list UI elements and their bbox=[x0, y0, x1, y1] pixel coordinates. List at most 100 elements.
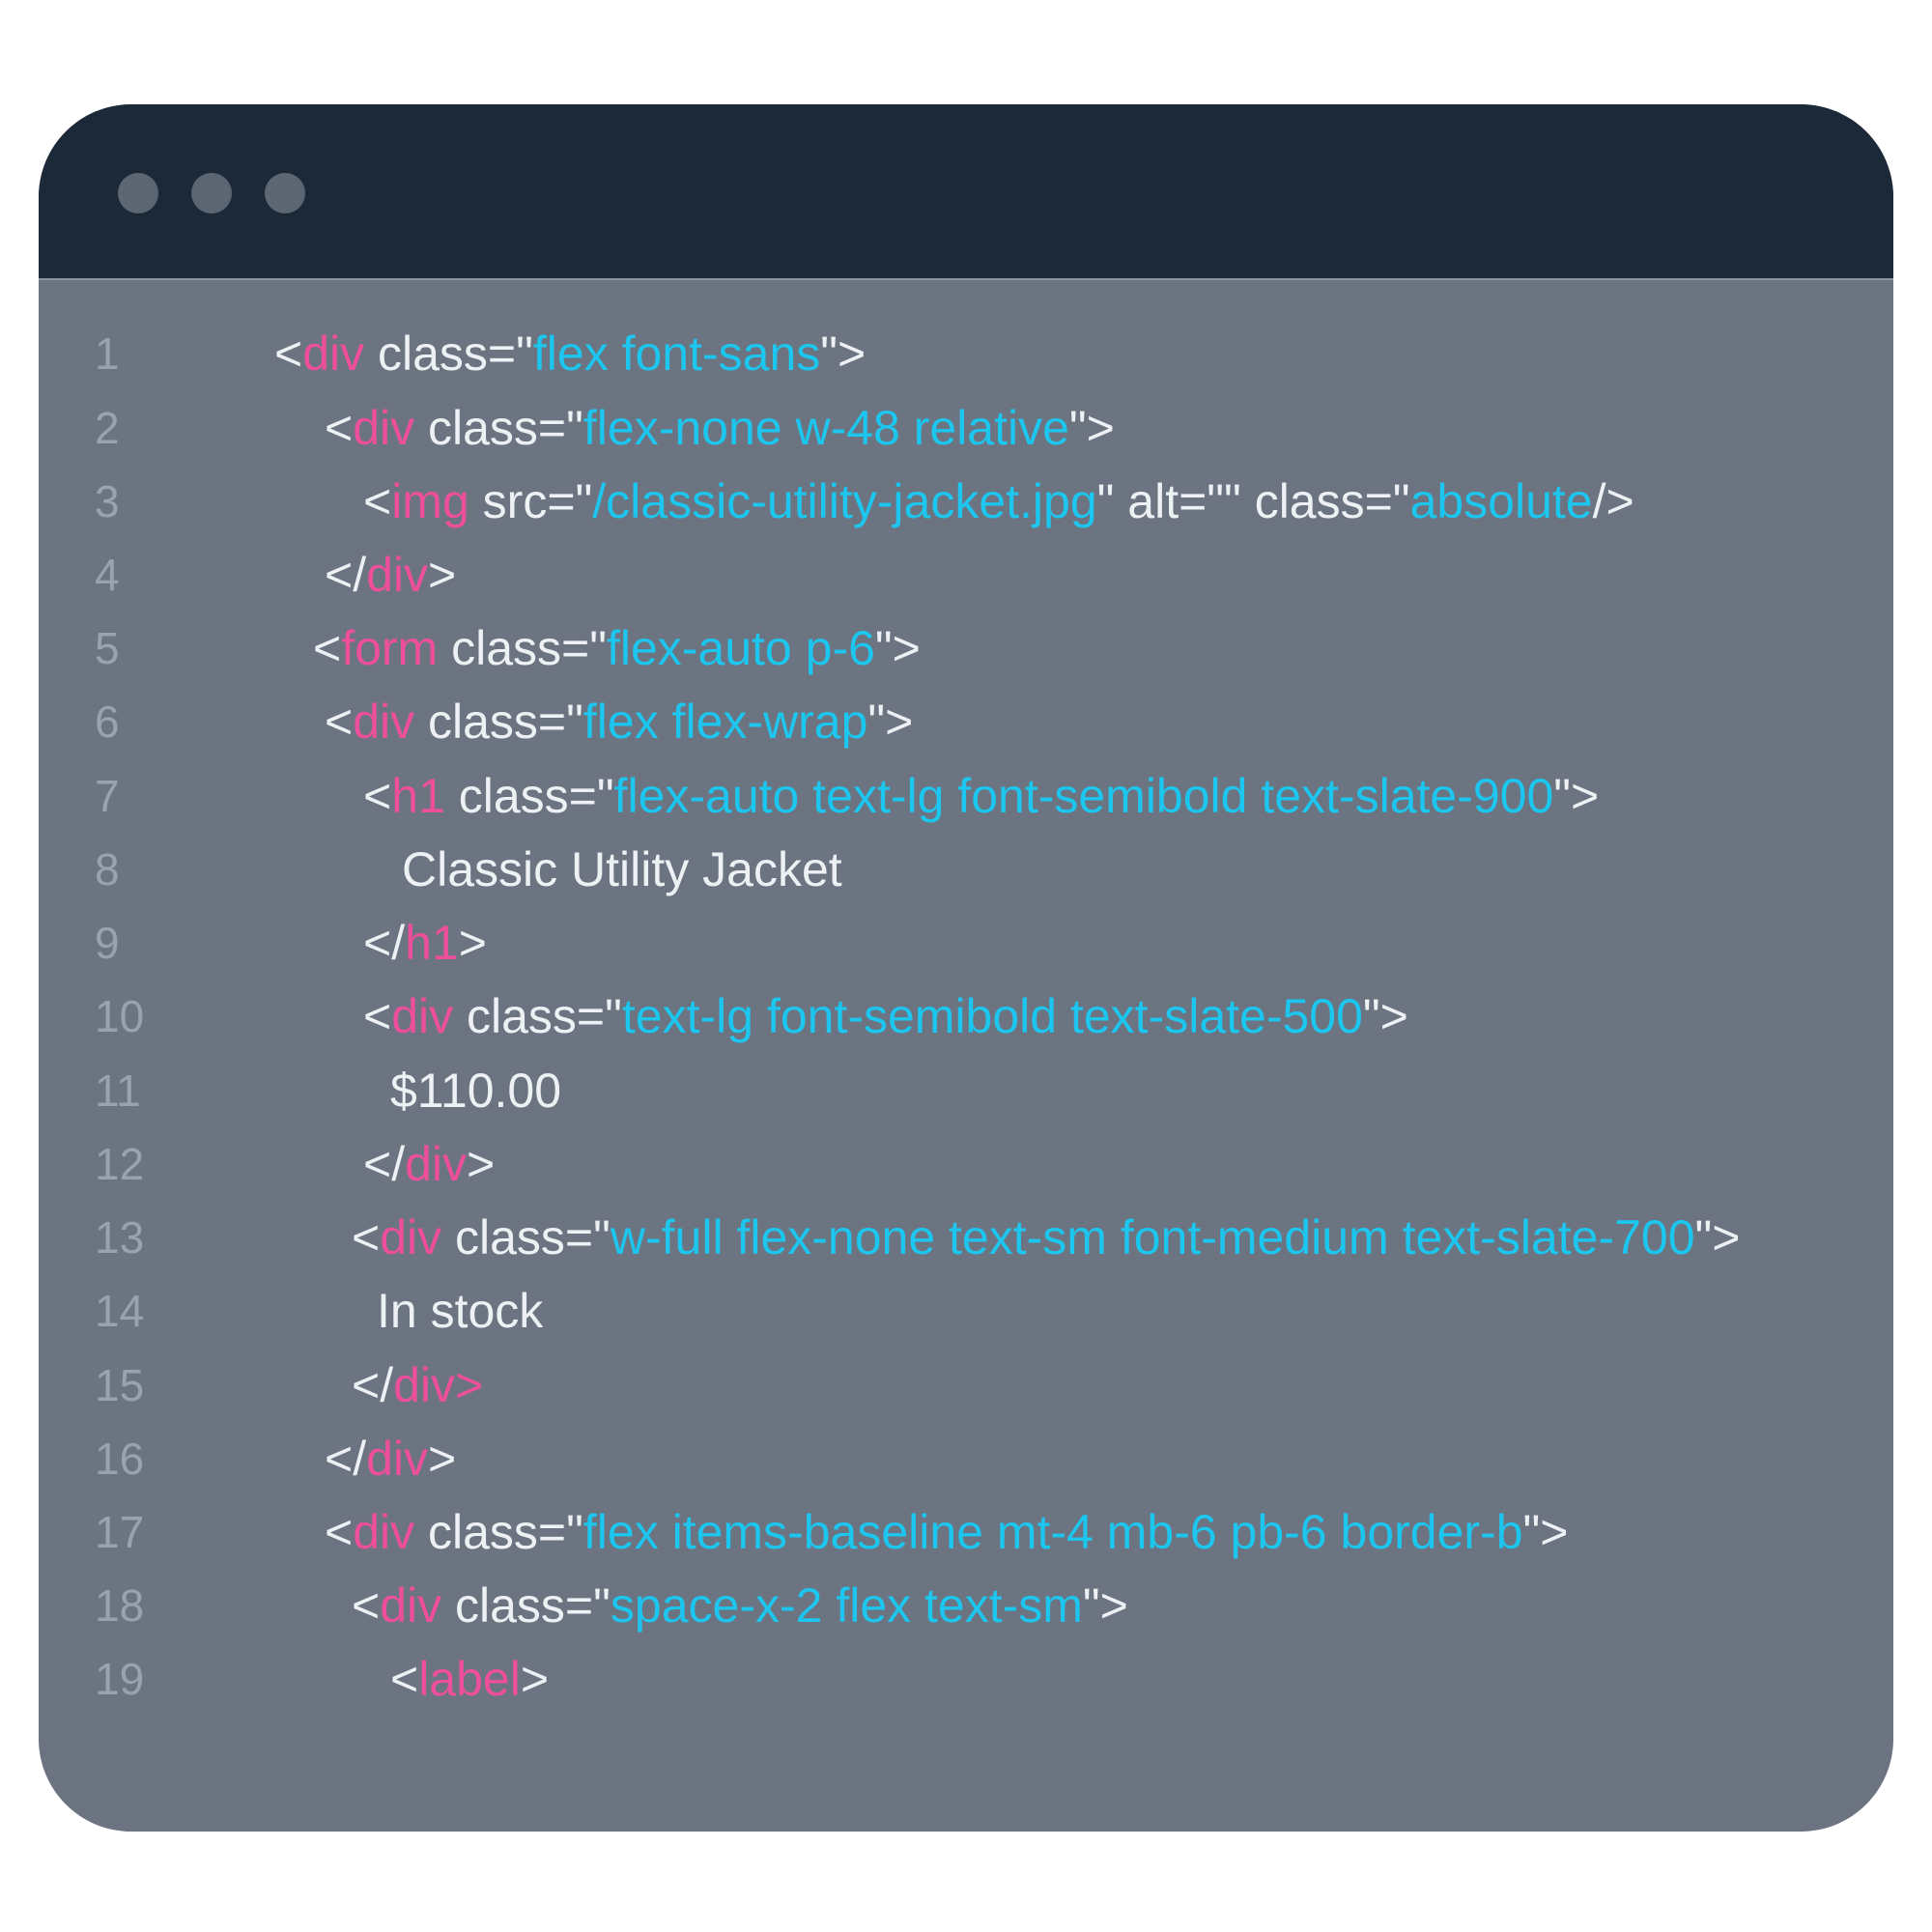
code-content: <div class="space-x-2 flex text-sm"> bbox=[352, 1569, 1128, 1642]
code-attribute-value: flex-auto p-6 bbox=[606, 621, 875, 675]
line-number: 3 bbox=[95, 476, 120, 526]
code-punctuation: </ bbox=[363, 1137, 406, 1191]
code-tag: h1 bbox=[405, 916, 459, 970]
code-punctuation: "> bbox=[1082, 1578, 1128, 1633]
code-punctuation: < bbox=[363, 474, 392, 528]
code-punctuation: </ bbox=[363, 916, 406, 970]
line-number: 11 bbox=[95, 1065, 141, 1116]
code-text: Classic Utility Jacket bbox=[402, 842, 842, 896]
code-tag: div bbox=[380, 1578, 442, 1633]
code-line: 1 <div class="flex font-sans"> bbox=[39, 317, 1893, 390]
code-line: 2 <div class="flex-none w-48 relative"> bbox=[39, 391, 1893, 465]
code-punctuation: "> bbox=[820, 327, 867, 381]
code-attribute-value: absolute bbox=[1409, 474, 1593, 528]
code-punctuation: < bbox=[325, 1505, 354, 1559]
code-punctuation: /> bbox=[1592, 474, 1634, 528]
code-punctuation: </ bbox=[352, 1358, 394, 1412]
line-number: 15 bbox=[95, 1360, 145, 1410]
line-number: 1 bbox=[95, 328, 120, 379]
code-tag: div> bbox=[393, 1358, 484, 1412]
code-editor[interactable]: 1 <div class="flex font-sans"> 2 <div class… bbox=[39, 280, 1893, 1832]
code-punctuation: < bbox=[325, 401, 354, 455]
code-content: <div class="w-full flex-none text-sm fon… bbox=[352, 1201, 1740, 1274]
code-line: 17 <div class="flex items-baseline mt-4 m… bbox=[39, 1495, 1893, 1569]
code-punctuation: class=" bbox=[364, 327, 533, 381]
code-line: 12 </div> bbox=[39, 1127, 1893, 1201]
code-attribute-value: text-lg font-semibold text-slate-500 bbox=[621, 989, 1363, 1043]
code-tag: div bbox=[405, 1137, 468, 1191]
code-attribute-value: w-full flex-none text-sm font-medium tex… bbox=[610, 1210, 1695, 1264]
code-attribute-value: /classic-utility-jacket.jpg bbox=[592, 474, 1097, 528]
code-tag: div bbox=[366, 548, 429, 602]
code-content: $110.00 bbox=[390, 1054, 561, 1127]
code-punctuation: src=" bbox=[469, 474, 593, 528]
code-line: 6 <div class="flex flex-wrap"> bbox=[39, 685, 1893, 758]
code-punctuation: > bbox=[428, 1432, 457, 1486]
code-content: Classic Utility Jacket bbox=[402, 833, 842, 906]
code-punctuation: > bbox=[520, 1652, 550, 1706]
code-tag: div bbox=[302, 327, 365, 381]
title-bar bbox=[39, 104, 1893, 280]
code-line: 18 <div class="space-x-2 flex text-sm"> bbox=[39, 1569, 1893, 1642]
window-dot[interactable] bbox=[265, 173, 305, 213]
line-number: 19 bbox=[95, 1654, 145, 1704]
code-text: $110.00 bbox=[390, 1064, 562, 1118]
code-content: <div class="flex items-baseline mt-4 mb-… bbox=[325, 1495, 1568, 1569]
code-line: 15 </div> bbox=[39, 1349, 1893, 1422]
code-punctuation: class=" bbox=[441, 1578, 611, 1633]
code-punctuation: < bbox=[313, 621, 342, 675]
line-number: 17 bbox=[95, 1507, 145, 1557]
code-punctuation: "> bbox=[1068, 401, 1115, 455]
code-tag: div bbox=[391, 989, 454, 1043]
code-attribute-value: space-x-2 flex text-sm bbox=[610, 1578, 1083, 1633]
code-punctuation: class=" bbox=[441, 1210, 611, 1264]
code-punctuation: > bbox=[458, 916, 487, 970]
line-number: 9 bbox=[95, 918, 120, 968]
code-line: 16 </div> bbox=[39, 1422, 1893, 1495]
code-punctuation: "> bbox=[867, 695, 914, 749]
code-attribute-value: flex flex-wrap bbox=[582, 695, 868, 749]
code-punctuation: "> bbox=[1522, 1505, 1569, 1559]
code-punctuation: "> bbox=[874, 621, 921, 675]
window-dot[interactable] bbox=[118, 173, 158, 213]
code-content: </div> bbox=[352, 1349, 483, 1422]
code-tag: h1 bbox=[391, 769, 445, 823]
code-punctuation: class=" bbox=[444, 769, 614, 823]
code-punctuation: < bbox=[390, 1652, 419, 1706]
code-line: 14 In stock bbox=[39, 1274, 1893, 1348]
code-tag: label bbox=[418, 1652, 521, 1706]
code-attribute-value: flex items-baseline mt-4 mb-6 pb-6 borde… bbox=[582, 1505, 1523, 1559]
code-line: 8 Classic Utility Jacket bbox=[39, 833, 1893, 906]
code-line: 5 <form class="flex-auto p-6"> bbox=[39, 611, 1893, 685]
code-line: 19 <label> bbox=[39, 1642, 1893, 1716]
code-window: 1 <div class="flex font-sans"> 2 <div class… bbox=[39, 104, 1893, 1832]
code-tag: div bbox=[353, 1505, 415, 1559]
line-number: 13 bbox=[95, 1212, 145, 1263]
code-punctuation: " alt="" class=" bbox=[1096, 474, 1410, 528]
code-punctuation: </ bbox=[325, 548, 367, 602]
code-tag: div bbox=[366, 1432, 429, 1486]
code-content: <div class="text-lg font-semibold text-s… bbox=[363, 980, 1408, 1053]
code-tag: form bbox=[341, 621, 439, 675]
code-line: 3 <img src="/classic-utility-jacket.jpg" … bbox=[39, 465, 1893, 538]
code-content: <img src="/classic-utility-jacket.jpg" a… bbox=[363, 465, 1634, 538]
code-tag: div bbox=[353, 401, 415, 455]
code-content: <div class="flex-none w-48 relative"> bbox=[325, 391, 1115, 465]
window-dot[interactable] bbox=[191, 173, 232, 213]
code-punctuation: class=" bbox=[453, 989, 622, 1043]
code-content: </h1> bbox=[363, 906, 487, 980]
code-line: 7 <h1 class="flex-auto text-lg font-semib… bbox=[39, 759, 1893, 833]
code-content: <h1 class="flex-auto text-lg font-semibo… bbox=[363, 759, 1599, 833]
code-attribute-value: flex font-sans bbox=[532, 327, 821, 381]
code-tag: div bbox=[380, 1210, 442, 1264]
code-content: </div> bbox=[325, 538, 456, 611]
code-punctuation: "> bbox=[1362, 989, 1408, 1043]
code-punctuation: < bbox=[325, 695, 354, 749]
code-content: <div class="flex flex-wrap"> bbox=[325, 685, 913, 758]
line-number: 10 bbox=[95, 991, 145, 1041]
code-line: 11 $110.00 bbox=[39, 1054, 1893, 1127]
code-punctuation: "> bbox=[1553, 769, 1600, 823]
code-punctuation: class=" bbox=[414, 401, 583, 455]
line-number: 2 bbox=[95, 403, 120, 453]
line-number: 8 bbox=[95, 844, 120, 895]
